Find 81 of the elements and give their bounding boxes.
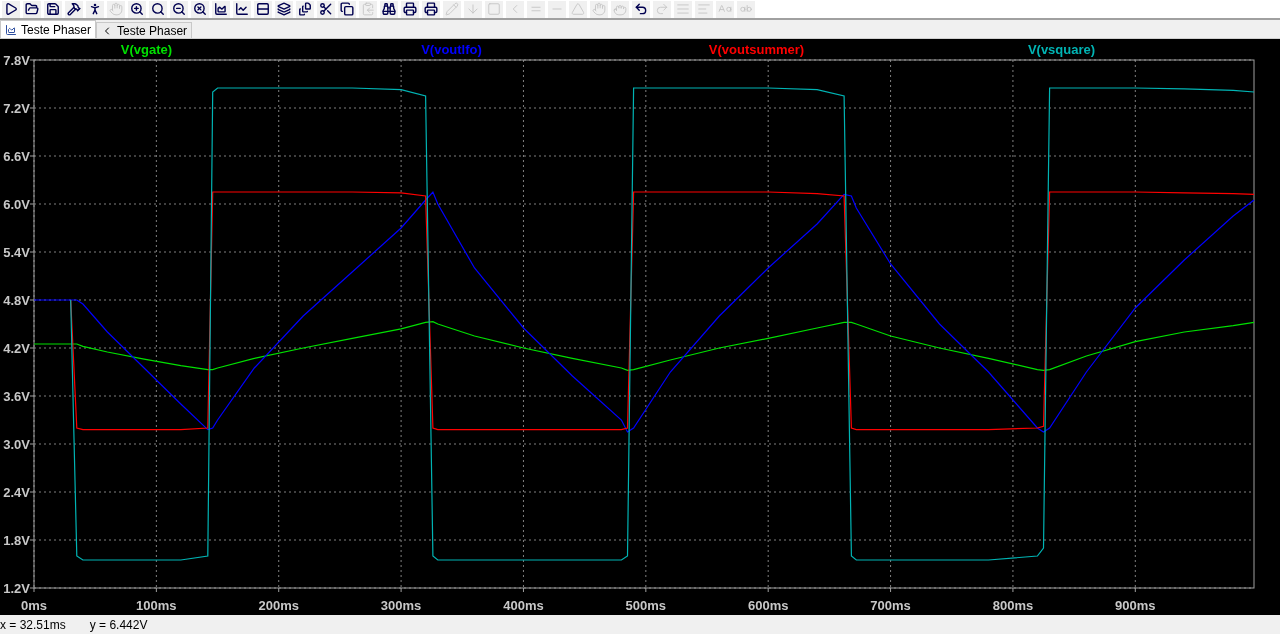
line-chart-icon: [235, 2, 249, 16]
axis-label: 4.2V: [3, 341, 30, 356]
tab[interactable]: Teste Phaser: [96, 22, 193, 38]
toolbar-button[interactable]: [191, 0, 209, 18]
hand-icon: [109, 2, 123, 16]
printer-icon: [403, 2, 417, 16]
axis-label: 600ms: [747, 598, 789, 613]
toolbar-button[interactable]: [632, 0, 650, 18]
axis-label: 100ms: [136, 598, 177, 613]
axis-label: 4.8V: [3, 293, 30, 308]
toolbar-button[interactable]: [380, 0, 398, 18]
toolbar-button[interactable]: [401, 0, 419, 18]
save-icon: [46, 2, 60, 16]
toolbar-button[interactable]: [128, 0, 146, 18]
zoom-out-icon: [172, 2, 186, 16]
running-person-icon: [88, 2, 102, 16]
toolbar-button[interactable]: [149, 0, 167, 18]
cursor-y-reading: y = 6.442V: [89, 617, 148, 632]
binoculars-icon: [382, 2, 396, 16]
toolbar-button[interactable]: [212, 0, 230, 18]
hammer-icon: [67, 2, 81, 16]
cursor-x-reading: x = 32.51ms: [0, 617, 66, 632]
trace-label[interactable]: V(vsquare): [1027, 42, 1096, 57]
axis-label: 7.8V: [3, 53, 30, 68]
axis-label: 5.4V: [3, 245, 30, 260]
axis-label: 1.2V: [3, 581, 30, 596]
axis-label: 6.6V: [3, 149, 30, 164]
lines-icon: [676, 2, 690, 16]
tab[interactable]: Teste Phaser: [0, 20, 97, 38]
trace-label[interactable]: V(vgate): [120, 42, 173, 57]
triangle-icon: [571, 2, 585, 16]
axis-label: 900ms: [1115, 598, 1156, 613]
toolbar-button[interactable]: [233, 0, 251, 18]
toolbar-button[interactable]: [275, 0, 293, 18]
toolbar-button[interactable]: [2, 0, 20, 18]
toolbar-button[interactable]: [317, 0, 335, 18]
axis-label: 700ms: [870, 598, 911, 613]
axis-label: 7.2V: [3, 101, 30, 116]
search-cross-icon: [193, 2, 207, 16]
undo-icon: [634, 2, 648, 16]
pencil-icon: [445, 2, 459, 16]
toolbar-button[interactable]: [44, 0, 62, 18]
scissors-icon: [319, 2, 333, 16]
arrow-down-icon: [466, 2, 480, 16]
axis-label: 500ms: [625, 598, 667, 613]
rows-icon: [256, 2, 270, 16]
square-icon: [487, 2, 501, 16]
axis-label: 6.0V: [3, 197, 30, 212]
axis-label: 0ms: [21, 598, 47, 613]
axis-label: 300ms: [380, 598, 422, 613]
axis-label: 1.8V: [3, 533, 30, 548]
copy-icon: [340, 2, 354, 16]
folder-icon: [25, 2, 39, 16]
toolbar-button[interactable]: [422, 0, 440, 18]
play-icon: [4, 2, 18, 16]
toolbar-button[interactable]: [338, 0, 356, 18]
toolbar-button[interactable]: [254, 0, 272, 18]
axis-label: 200ms: [258, 598, 299, 613]
redo-icon: [655, 2, 669, 16]
waveform-icon: [5, 23, 17, 36]
toolbar-button[interactable]: [86, 0, 104, 18]
toolbar-button[interactable]: [170, 0, 188, 18]
printer-icon: [424, 2, 438, 16]
axis-label: 3.6V: [3, 389, 30, 404]
axis-label: 800ms: [992, 598, 1034, 613]
text-icon: [697, 2, 711, 16]
axis-label: 3.0V: [3, 437, 30, 452]
grab-icon: [613, 2, 627, 16]
hand-icon: [592, 2, 606, 16]
toolbar-button[interactable]: [23, 0, 41, 18]
clipboard-icon: [361, 2, 375, 16]
layers-icon: [277, 2, 291, 16]
area-chart-icon: [214, 2, 228, 16]
zoom-in-icon: [130, 2, 144, 16]
axis-label: 400ms: [503, 598, 544, 613]
stack-icon: [298, 2, 312, 16]
toolbar-button[interactable]: [65, 0, 83, 18]
axis-label: 2.4V: [3, 485, 30, 500]
trace-label[interactable]: V(voutsummer): [708, 42, 805, 57]
search-icon: [151, 2, 165, 16]
toolbar-button[interactable]: [296, 0, 314, 18]
